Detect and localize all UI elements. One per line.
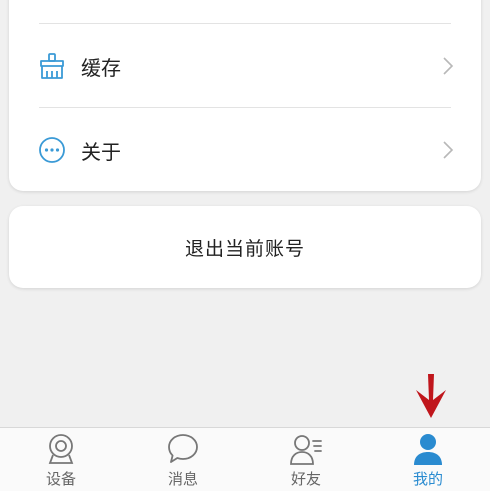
more-circle-icon	[39, 137, 65, 163]
chevron-right-icon	[443, 141, 454, 159]
tab-label: 设备	[45, 470, 76, 488]
divider	[39, 23, 451, 24]
tab-messages[interactable]: 消息	[122, 428, 244, 491]
camera-icon	[48, 434, 74, 464]
person-icon	[414, 434, 442, 465]
settings-card: 缓存 关于	[9, 0, 481, 191]
arrow-down-icon	[416, 374, 446, 418]
bottom-tab-bar: 设备 消息 好友 我的	[0, 427, 490, 491]
settings-item-cache[interactable]: 缓存	[9, 25, 481, 107]
tab-friends[interactable]: 好友	[245, 428, 367, 491]
chevron-right-icon	[443, 57, 454, 75]
tab-label: 消息	[167, 470, 198, 488]
logout-label: 退出当前账号	[184, 237, 305, 260]
chat-bubble-icon	[168, 434, 198, 463]
tab-me[interactable]: 我的	[367, 428, 489, 491]
settings-item-label: 关于	[81, 139, 121, 164]
broom-icon	[40, 53, 64, 79]
logout-button[interactable]: 退出当前账号	[9, 206, 481, 288]
tab-label: 好友	[290, 470, 321, 488]
tab-label: 我的	[412, 470, 443, 488]
settings-item-about[interactable]: 关于	[9, 109, 481, 191]
settings-item-label: 缓存	[81, 55, 121, 80]
tab-devices[interactable]: 设备	[0, 428, 122, 491]
divider	[39, 107, 451, 108]
friends-icon	[290, 435, 322, 465]
